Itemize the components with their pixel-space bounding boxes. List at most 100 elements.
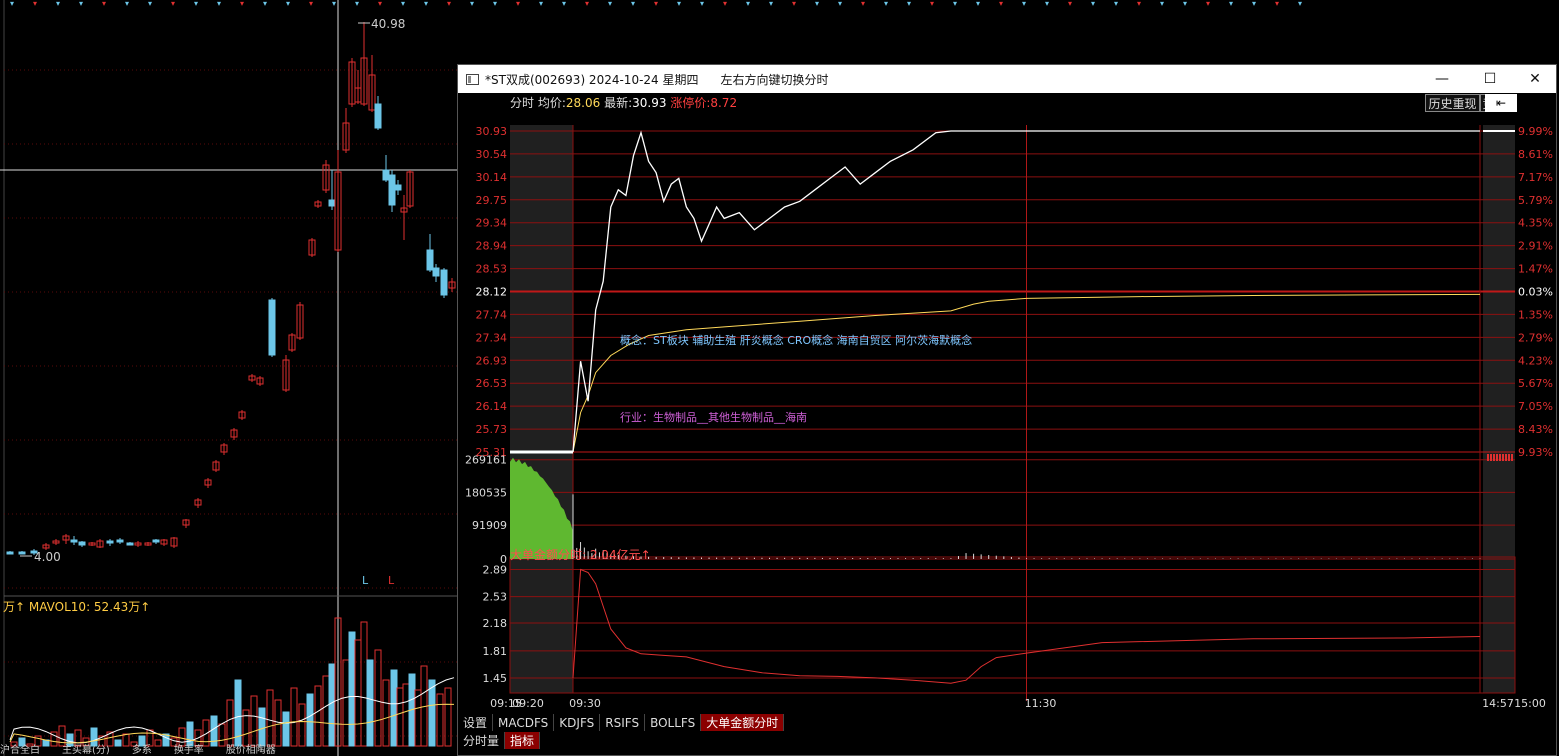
price-tick-left: 28.12: [476, 286, 508, 299]
background-bottom-tab: 主买幕(分): [62, 745, 110, 756]
bg-top-mark: ▾: [171, 0, 175, 8]
price-tick-left: 30.93: [476, 125, 508, 138]
bg-candle-body: [78, 541, 86, 546]
time-label: 09:20: [512, 697, 544, 708]
bg-volume-bar: [258, 707, 266, 747]
indicator-tab[interactable]: KDJFS: [554, 714, 601, 731]
bg-top-mark: ▾: [562, 0, 566, 8]
indicator-frame: [509, 556, 1516, 694]
bg-volume-bar: [366, 659, 374, 747]
bg-volume-bar: [306, 693, 314, 747]
bg-top-mark: ▾: [148, 0, 152, 8]
bg-top-mark: ▾: [1091, 0, 1095, 8]
bg-volume-bar: [314, 685, 322, 747]
price-tick-right: 4.35%: [1518, 217, 1553, 230]
price-tick-left: 26.14: [476, 400, 508, 413]
minimize-icon[interactable]: —: [1420, 65, 1464, 93]
bg-top-mark: ▾: [746, 0, 750, 8]
back-icon[interactable]: ⇤: [1485, 94, 1517, 112]
bg-top-mark: ▾: [1068, 0, 1072, 8]
volume-tick: 91909: [472, 519, 507, 532]
bg-volume-bar: [390, 669, 398, 747]
bg-candle-body: [268, 299, 276, 356]
bg-top-mark: ▾: [10, 0, 14, 8]
price-tick-right: 9.93%: [1518, 446, 1553, 459]
mode-tab[interactable]: 指标: [505, 732, 541, 749]
bg-top-mark: ▾: [1183, 0, 1187, 8]
price-tick-right: 2.79%: [1518, 331, 1553, 344]
bg-top-mark: ▾: [309, 0, 313, 8]
close-icon[interactable]: ✕: [1513, 65, 1557, 93]
bg-top-mark: ▾: [792, 0, 796, 8]
bg-volume-bar: [402, 683, 410, 747]
bg-top-mark: ▾: [953, 0, 957, 8]
bg-candle-body: [18, 551, 26, 555]
price-tick-left: 29.75: [476, 194, 508, 207]
maximize-icon[interactable]: ☐: [1468, 65, 1512, 93]
bg-volume-bar: [186, 721, 194, 747]
background-bottom-tab: 沪合全白: [0, 745, 40, 756]
volume-tick: 180535: [465, 486, 507, 499]
window-titlebar[interactable]: *ST双成(002693) 2024-10-24 星期四 左右方向键切换分时 —…: [458, 65, 1556, 93]
bg-top-mark: ▾: [677, 0, 681, 8]
bg-top-mark: ▾: [1206, 0, 1210, 8]
bg-top-mark: ▾: [999, 0, 1003, 8]
bg-top-mark: ▾: [263, 0, 267, 8]
bg-volume-bar: [436, 693, 444, 747]
bg-candle-body: [440, 269, 448, 296]
bg-volume-bar: [354, 639, 362, 747]
background-bottom-tab: 股价相陶器: [225, 745, 276, 756]
price-tick-right: 4.23%: [1518, 354, 1553, 367]
bg-top-mark: ▾: [1114, 0, 1118, 8]
bg-candle-body: [382, 169, 390, 181]
bg-top-mark: ▾: [884, 0, 888, 8]
indicator-title: 大单金额分时: 2.04亿元↑: [510, 548, 651, 562]
price-tick-right: 7.05%: [1518, 400, 1553, 413]
mode-tab[interactable]: 分时量: [458, 732, 506, 749]
bg-top-mark: ▾: [56, 0, 60, 8]
bg-top-mark: ▾: [401, 0, 405, 8]
bg-candle-body: [116, 539, 124, 543]
price-tick-right: 1.35%: [1518, 308, 1553, 321]
bg-top-mark: ▾: [1275, 0, 1279, 8]
bg-top-mark: ▾: [654, 0, 658, 8]
bg-candle-body: [394, 184, 402, 191]
bg-candle-tag: L: [388, 574, 395, 587]
indicator-tick: 2.89: [483, 564, 508, 577]
indicator-tab[interactable]: MACDFS: [493, 714, 555, 731]
indicator-tab[interactable]: RSIFS: [600, 714, 646, 731]
bg-top-mark: ▾: [332, 0, 336, 8]
bg-top-mark: ▾: [33, 0, 37, 8]
indicator-tab[interactable]: BOLLFS: [645, 714, 702, 731]
price-info-bar: 分时 均价:28.06 最新:30.93 涨停价:8.72: [510, 96, 737, 110]
bg-candle-tag: L: [362, 574, 369, 587]
limit-price-label: 涨停价:: [670, 96, 711, 110]
bg-top-mark: ▾: [539, 0, 543, 8]
concept-annotation: 概念：ST板块 辅助生殖 肝炎概念 CRO概念 海南自贸区 阿尔茨海默概念: [620, 334, 973, 347]
background-volume-label: 万↑ MAVOL10: 52.43万↑: [3, 600, 151, 614]
bg-candle-body: [328, 199, 336, 207]
bg-top-mark: ▾: [1137, 0, 1141, 8]
bg-top-mark: ▾: [102, 0, 106, 8]
pre-open-band: [510, 125, 573, 693]
price-tick-left: 27.74: [476, 308, 508, 321]
indicator-tab[interactable]: 大单金额分时: [701, 714, 785, 731]
intraday-window: *ST双成(002693) 2024-10-24 星期四 左右方向键切换分时 —…: [457, 64, 1557, 756]
price-tick-right: 2.91%: [1518, 240, 1553, 253]
bg-top-mark: ▾: [286, 0, 290, 8]
info-label: 分时: [510, 96, 535, 110]
time-label: 11:30: [1025, 697, 1057, 708]
history-replay-button[interactable]: 历史重现: [1425, 94, 1480, 112]
price-tick-left: 30.54: [476, 148, 508, 161]
bg-top-mark: ▾: [1229, 0, 1233, 8]
bg-top-mark: ▾: [585, 0, 589, 8]
indicator-tab[interactable]: 设置: [458, 714, 494, 731]
price-tick-left: 29.34: [476, 217, 508, 230]
bg-top-mark: ▾: [1298, 0, 1302, 8]
window-title: *ST双成(002693) 2024-10-24 星期四: [485, 72, 699, 87]
time-label: 09:30: [569, 697, 601, 708]
price-tick-right: 0.03%: [1518, 286, 1553, 299]
bg-top-mark: ▾: [976, 0, 980, 8]
bg-mavol10-line: [9, 703, 455, 744]
avg-price-label: 均价:: [537, 96, 566, 110]
